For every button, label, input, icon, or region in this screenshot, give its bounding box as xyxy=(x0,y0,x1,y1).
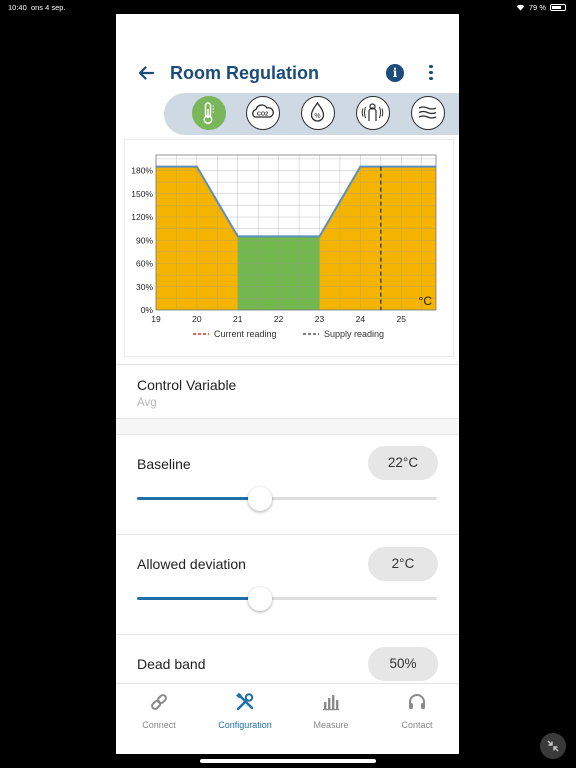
nav-contact[interactable]: Contact xyxy=(374,684,459,744)
link-icon xyxy=(151,694,167,710)
chart-x-tick-label: 24 xyxy=(356,314,366,324)
more-options-icon[interactable] xyxy=(427,63,435,83)
nav-connect[interactable]: Connect xyxy=(116,684,202,744)
zoom-button[interactable] xyxy=(540,733,566,759)
collapse-arrows-icon xyxy=(547,740,559,752)
battery-percent: 79 % xyxy=(528,3,546,12)
dead-band-label: Dead band xyxy=(137,656,206,672)
status-date: ons 4 sep. xyxy=(30,3,66,12)
chart-y-tick-label: 90% xyxy=(136,235,153,245)
app-header: Room Regulation i xyxy=(116,54,459,94)
chart-x-tick-label: 20 xyxy=(192,314,202,324)
status-right: 79 % xyxy=(516,3,566,12)
chart-y-tick-label: 120% xyxy=(131,212,153,222)
nav-configuration-label: Configuration xyxy=(218,720,272,730)
status-time-date: 10:40 ons 4 sep. xyxy=(8,3,66,12)
tab-airflow[interactable] xyxy=(411,96,445,130)
divider xyxy=(116,534,459,535)
app-window: Room Regulation i CO2 % 0% 30% 60% 90% 1… xyxy=(116,14,459,754)
tab-co2[interactable]: CO2 xyxy=(246,96,280,130)
tools-icon xyxy=(236,692,254,711)
airflow-icon xyxy=(418,106,437,119)
humidity-icon: % xyxy=(310,101,325,122)
humidity-icon-text: % xyxy=(314,113,320,120)
baseline-slider[interactable] xyxy=(137,487,437,511)
page-title: Room Regulation xyxy=(170,63,319,83)
chart-y-tick-label: 60% xyxy=(136,259,153,269)
chart-y-tick-label: 150% xyxy=(131,189,153,199)
divider xyxy=(116,634,459,635)
nav-contact-label: Contact xyxy=(401,720,433,730)
chart-x-tick-label: 23 xyxy=(315,314,325,324)
status-time: 10:40 xyxy=(8,3,27,12)
battery-icon xyxy=(550,4,566,11)
divider xyxy=(116,434,459,435)
allowed-deviation-slider[interactable] xyxy=(137,587,437,611)
regulation-chart: 0%30%60%90%120%150%180%19 20 21 22 23 24 25°CC… xyxy=(131,154,437,339)
baseline-value[interactable]: 22°C xyxy=(368,446,438,480)
regulation-chart-card: 0% 30% 60% 90% 120% 150% 180% 19 20 21 22 23 24 25 °C C… xyxy=(124,139,454,357)
chart-legend-label: Current reading xyxy=(214,329,277,339)
chart-x-tick-label: 19 xyxy=(151,314,161,324)
chart-x-tick-label: 22 xyxy=(274,314,284,324)
tab-occupancy[interactable] xyxy=(356,96,390,130)
chart-y-tick-label: 180% xyxy=(131,166,153,176)
back-arrow-icon[interactable] xyxy=(136,63,156,83)
chart-unit-label: °C xyxy=(419,294,433,308)
slider-fill xyxy=(137,497,260,500)
nav-configuration[interactable]: Configuration xyxy=(202,684,288,744)
bar-chart-icon xyxy=(323,695,339,711)
section-gap xyxy=(116,419,459,434)
nav-measure-label: Measure xyxy=(313,720,349,730)
wifi-icon xyxy=(516,4,525,11)
status-bar: 10:40 ons 4 sep. 79 % xyxy=(0,0,576,14)
dead-band-value[interactable]: 50% xyxy=(368,647,438,681)
mode-tab-bar: CO2 % xyxy=(164,93,459,135)
thermometer-icon xyxy=(203,102,214,125)
info-icon[interactable]: i xyxy=(386,64,404,82)
headset-icon xyxy=(409,694,425,709)
bottom-navigation: Connect Configuration Measure Contact xyxy=(116,683,459,754)
nav-measure[interactable]: Measure xyxy=(288,684,374,744)
slider-thumb[interactable] xyxy=(248,587,272,611)
allowed-deviation-label: Allowed deviation xyxy=(137,556,246,572)
baseline-label: Baseline xyxy=(137,456,191,472)
chart-y-tick-label: 30% xyxy=(136,282,153,292)
nav-connect-label: Connect xyxy=(142,720,176,730)
home-indicator[interactable] xyxy=(200,759,376,763)
control-variable-label: Control Variable xyxy=(137,377,237,393)
occupancy-icon xyxy=(361,103,384,121)
tab-humidity[interactable]: % xyxy=(301,96,335,130)
allowed-deviation-value[interactable]: 2°C xyxy=(368,547,438,581)
co2-icon-text: CO2 xyxy=(257,112,268,118)
control-variable-value: Avg xyxy=(137,397,157,409)
chart-x-tick-label: 21 xyxy=(233,314,243,324)
tab-temperature[interactable] xyxy=(192,96,226,130)
co2-icon: CO2 xyxy=(252,104,274,118)
chart-x-tick-label: 25 xyxy=(397,314,407,324)
slider-fill xyxy=(137,597,260,600)
chart-legend-label: Supply reading xyxy=(324,329,384,339)
slider-thumb[interactable] xyxy=(248,487,272,511)
divider xyxy=(116,364,459,365)
